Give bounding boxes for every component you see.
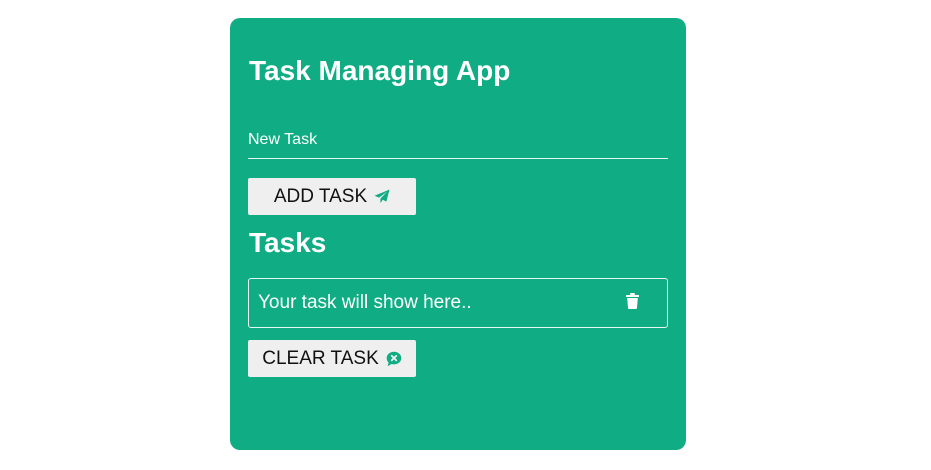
paper-plane-icon <box>374 189 390 204</box>
add-task-button[interactable]: ADD TASK <box>248 178 416 215</box>
comment-x-icon <box>386 351 402 367</box>
trash-icon[interactable] <box>626 293 639 314</box>
new-task-input[interactable] <box>248 122 668 159</box>
task-list: Your task will show here.. <box>248 278 668 328</box>
list-item: Your task will show here.. <box>258 292 639 314</box>
clear-task-button[interactable]: CLEAR TASK <box>248 340 416 377</box>
task-text: Your task will show here.. <box>258 292 472 313</box>
clear-task-label: CLEAR TASK <box>262 347 379 369</box>
task-app-card: Task Managing App ADD TASK Tasks Your ta… <box>230 18 686 450</box>
app-title: Task Managing App <box>249 55 511 86</box>
tasks-heading: Tasks <box>249 227 327 258</box>
add-task-label: ADD TASK <box>273 185 368 207</box>
